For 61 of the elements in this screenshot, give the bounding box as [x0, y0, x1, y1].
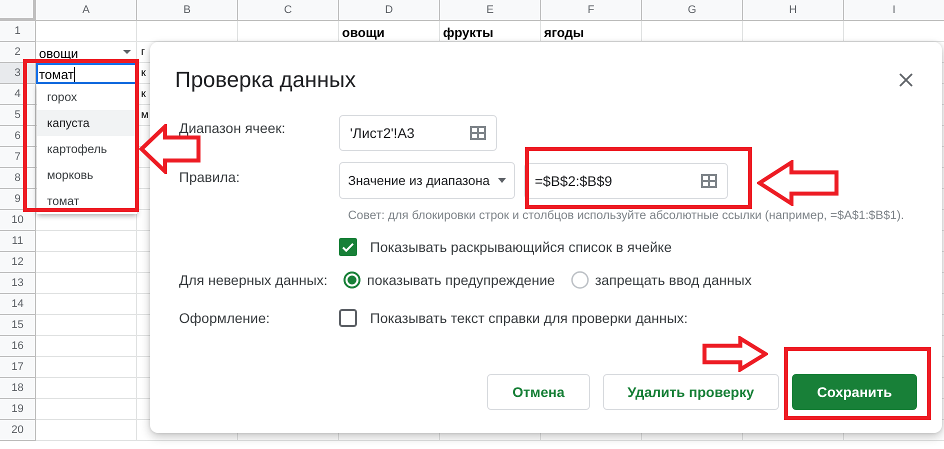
checkbox[interactable] — [339, 238, 357, 256]
checkbox-label: Показывать текст справки для проверки данных: — [370, 310, 688, 326]
row-header[interactable]: 17 — [0, 357, 36, 378]
dropdown-arrow-icon[interactable] — [123, 50, 131, 54]
dialog-button[interactable]: Удалить проверку — [602, 374, 779, 410]
field-label: Диапазон ячеек: — [178, 120, 286, 136]
checkbox-label: Показывать раскрывающийся список в ячейке — [370, 239, 672, 255]
hint-text: Совет: для блокировки строк и столбцов используйте абсолютные ссылки (например, =$A$1:$B$1). — [348, 208, 906, 222]
save-button[interactable]: Сохранить — [792, 374, 917, 410]
column-header[interactable]: H — [743, 0, 844, 21]
dropdown-item[interactable]: картофель — [37, 136, 137, 162]
column-header[interactable]: D — [339, 0, 440, 21]
field-label: Для неверных данных: — [178, 272, 329, 288]
dropdown-item[interactable]: морковь — [37, 162, 137, 188]
cell-text: г — [141, 46, 146, 58]
field-label: Оформление: — [178, 310, 271, 326]
row-header[interactable]: 16 — [0, 336, 36, 357]
cell-text: овощи — [342, 25, 385, 40]
row-header[interactable]: 10 — [0, 210, 36, 231]
cell-text: м — [141, 109, 149, 121]
cell-text: к — [141, 88, 146, 100]
radio-label: показывать предупреждение — [367, 272, 555, 288]
column-header[interactable]: E — [440, 0, 541, 21]
row-header[interactable]: 15 — [0, 315, 36, 336]
dialog-title: Проверка данных — [175, 67, 356, 93]
cell-text: ягоды — [544, 25, 584, 40]
range-field[interactable]: 'Лист2'!A3 — [339, 115, 497, 151]
row-header[interactable]: 1 — [0, 21, 36, 42]
column-header[interactable]: I — [844, 0, 944, 21]
column-header[interactable]: G — [642, 0, 743, 21]
radio-label: запрещать ввод данных — [594, 272, 752, 288]
dropdown-item[interactable]: капуста — [37, 110, 137, 136]
dialog-button[interactable]: Отмена — [487, 374, 590, 410]
cell-input[interactable]: томат — [36, 63, 137, 84]
cell-text: к — [141, 67, 146, 79]
cell-text: овощи — [39, 46, 78, 61]
dropdown-item[interactable]: горох — [37, 84, 137, 110]
row-header[interactable]: 12 — [0, 252, 36, 273]
row-header[interactable]: 20 — [0, 420, 36, 441]
row-header[interactable]: 13 — [0, 273, 36, 294]
radio-button[interactable] — [570, 271, 589, 289]
grid-icon[interactable] — [700, 174, 717, 188]
checkbox[interactable] — [339, 309, 357, 327]
close-icon[interactable] — [899, 73, 913, 87]
rule-select[interactable]: Значение из диапазона — [339, 162, 515, 199]
row-header[interactable]: 14 — [0, 294, 36, 315]
row-header[interactable]: 2 — [0, 42, 36, 63]
column-header[interactable]: A — [36, 0, 137, 21]
row-header[interactable]: 18 — [0, 378, 36, 399]
column-header[interactable]: B — [137, 0, 238, 21]
row-header[interactable]: 19 — [0, 399, 36, 420]
field-label: Правила: — [178, 169, 241, 185]
column-header[interactable]: C — [238, 0, 339, 21]
cell-text: фрукты — [443, 25, 494, 40]
radio-button[interactable] — [343, 271, 361, 289]
dropdown-item[interactable]: томат — [37, 188, 137, 214]
arrow-annotation — [702, 336, 768, 372]
row-header[interactable]: 11 — [0, 231, 36, 252]
range-field[interactable]: =$B$2:$B$9 — [524, 162, 728, 198]
column-header[interactable]: F — [541, 0, 642, 21]
grid-icon[interactable] — [470, 126, 486, 140]
